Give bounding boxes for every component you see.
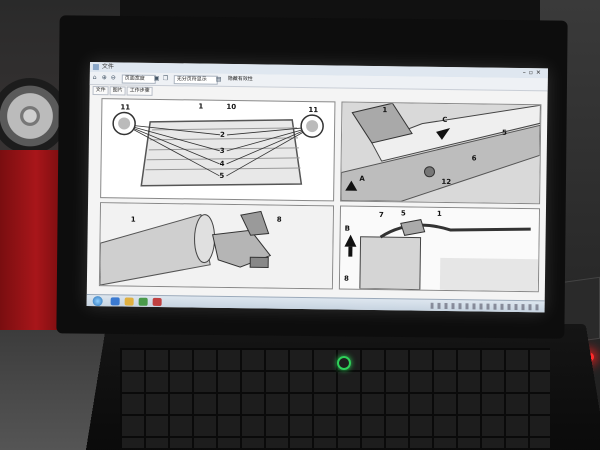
latch-drawing [339, 206, 539, 292]
photo-scene: 文件 –▫✕ ⌂ ⊕ ⊖ 页面宽度 ▣ ❐ 无分页符显示 ▤ 隐藏有效性 文件 … [0, 0, 600, 450]
callout-label: 5 [501, 128, 507, 137]
callout-label: C [442, 115, 448, 124]
app-icon [92, 64, 99, 71]
rail-drawing [341, 102, 541, 204]
callout-label: 8 [343, 274, 349, 283]
power-indicator-icon [337, 356, 351, 370]
callout-label: 1 [382, 106, 388, 115]
start-button[interactable] [92, 296, 103, 307]
system-tray[interactable] [430, 302, 541, 311]
callout-label: 11 [120, 103, 131, 112]
callout-label: 8 [276, 215, 282, 224]
folder-icon[interactable] [124, 297, 134, 306]
tab-images[interactable]: 图片 [109, 86, 126, 96]
callout-label: B [344, 224, 351, 233]
ie-icon[interactable] [110, 297, 120, 306]
laptop-screen: 文件 –▫✕ ⌂ ⊕ ⊖ 页面宽度 ▣ ❐ 无分页符显示 ▤ 隐藏有效性 文件 … [86, 62, 548, 313]
callout-label: 5 [400, 209, 406, 218]
hide-link[interactable]: 隐藏有效性 [226, 76, 258, 83]
zoom-in-icon[interactable]: ⊕ [102, 74, 109, 81]
app-icon[interactable] [152, 297, 162, 307]
home-icon[interactable]: ⌂ [93, 74, 100, 81]
callout-label: 7 [378, 211, 384, 220]
media-icon[interactable] [138, 297, 148, 306]
tab-work-steps[interactable]: 工作步骤 [126, 86, 153, 96]
callout-label: 10 [226, 102, 237, 112]
callout-label: 11 [308, 106, 319, 115]
window-controls[interactable]: –▫✕ [523, 68, 544, 78]
diagram-panel-rail: 1 C 5 6 12 A [340, 101, 542, 205]
diagram-panel-frame: 11 1 10 11 2 3 4 5 [100, 98, 336, 202]
diagram-panel-latch: 7 5 1 B 8 [338, 205, 541, 293]
callout-label: 2 [219, 130, 225, 139]
callout-label: A [359, 174, 365, 183]
keyboard [120, 348, 550, 448]
frame-drawing [112, 111, 324, 187]
page-icon[interactable]: ▣ [154, 75, 161, 82]
callout-label: 1 [130, 215, 136, 224]
tab-file[interactable]: 文件 [92, 86, 109, 96]
callout-label: 4 [219, 159, 225, 168]
callout-label: 6 [471, 154, 477, 163]
layout-icon[interactable]: ▤ [216, 76, 223, 83]
window-title: 文件 [101, 63, 114, 71]
diagram-panel-cylinder: 1 8 [98, 202, 335, 290]
callout-label: 1 [198, 102, 204, 111]
copy-icon[interactable]: ❐ [163, 75, 170, 82]
callout-label: 12 [441, 177, 452, 187]
zoom-out-icon[interactable]: ⊖ [111, 74, 118, 81]
display-select[interactable]: 无分页符显示 [173, 75, 218, 85]
callout-label: 5 [219, 171, 225, 180]
callout-label: 1 [436, 209, 442, 218]
view-select[interactable]: 页面宽度 [121, 74, 156, 84]
callout-label: 3 [219, 146, 225, 155]
